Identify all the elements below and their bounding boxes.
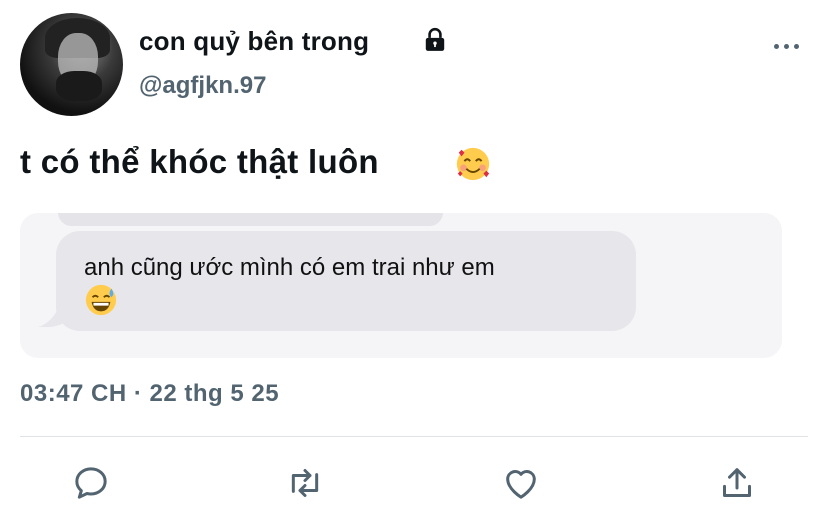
tweet-text: t có thể khóc thật luôn [20,143,379,180]
lock-icon [425,27,445,51]
divider [20,436,808,437]
reply-icon[interactable] [71,463,111,503]
attached-message-screenshot[interactable]: anh cũng ước mình có em trai như em [20,213,782,358]
avatar[interactable] [20,13,123,116]
message-text: anh cũng ước mình có em trai như em [84,254,495,281]
tweet-timestamp[interactable]: 03:47 CH · 22 thg 5 25 [20,380,279,408]
like-icon[interactable] [501,463,541,503]
more-options-icon[interactable] [772,36,802,56]
user-handle[interactable]: @agfjkn.97 [139,72,266,100]
share-icon[interactable] [717,463,757,503]
grinning-sweat-face-icon [85,284,117,316]
previous-message-bubble [58,213,443,226]
message-bubble: anh cũng ước mình có em trai như em [56,231,636,331]
smiling-face-with-hearts-icon [456,147,490,181]
display-name[interactable]: con quỷ bên trong [139,26,369,57]
retweet-icon[interactable] [285,463,325,503]
